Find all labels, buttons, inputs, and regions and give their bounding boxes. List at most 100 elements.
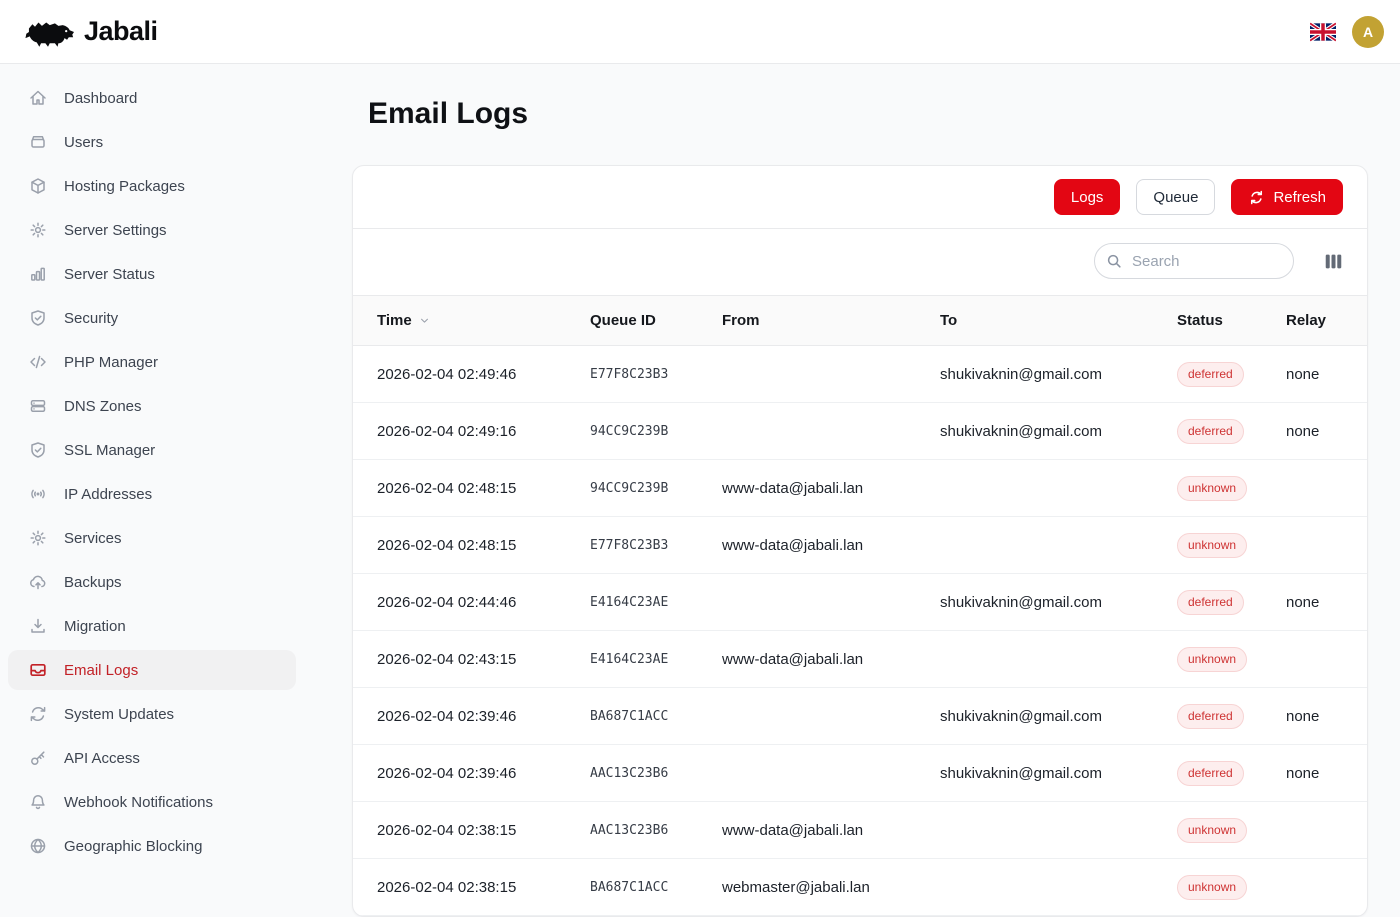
sidebar-item-label: Backups	[64, 574, 122, 591]
sidebar-item-services[interactable]: Services	[8, 518, 296, 558]
cell-time: 2026-02-04 02:38:15	[353, 802, 590, 859]
sidebar-item-email-logs[interactable]: Email Logs	[8, 650, 296, 690]
cell-relay	[1286, 802, 1368, 859]
refresh-button[interactable]: Refresh	[1231, 179, 1343, 215]
cell-time: 2026-02-04 02:44:46	[353, 574, 590, 631]
sidebar-item-hosting-packages[interactable]: Hosting Packages	[8, 166, 296, 206]
search-icon	[1105, 252, 1123, 270]
cell-from: www-data@jabali.lan	[722, 631, 940, 688]
table-row[interactable]: 2026-02-04 02:48:15 E77F8C23B3 www-data@…	[353, 517, 1368, 574]
table-header-row: Time Queue ID From To Status Relay	[353, 296, 1368, 346]
cell-relay: none	[1286, 574, 1368, 631]
status-badge: deferred	[1177, 362, 1244, 387]
sidebar-item-users[interactable]: Users	[8, 122, 296, 162]
cell-queue-id: AAC13C23B6	[590, 802, 722, 859]
sidebar-item-ssl-manager[interactable]: SSL Manager	[8, 430, 296, 470]
status-badge: unknown	[1177, 875, 1247, 900]
sidebar-item-label: Webhook Notifications	[64, 794, 213, 811]
queue-tab-button[interactable]: Queue	[1136, 179, 1215, 215]
cell-queue-id: 94CC9C239B	[590, 403, 722, 460]
user-avatar[interactable]: A	[1352, 16, 1384, 48]
sidebar-item-ip-addresses[interactable]: IP Addresses	[8, 474, 296, 514]
sidebar-item-security[interactable]: Security	[8, 298, 296, 338]
table-row[interactable]: 2026-02-04 02:48:15 94CC9C239B www-data@…	[353, 460, 1368, 517]
server-stack-icon	[28, 396, 48, 416]
search-input[interactable]	[1094, 243, 1294, 279]
sidebar-item-dashboard[interactable]: Dashboard	[8, 78, 296, 118]
cell-time: 2026-02-04 02:48:15	[353, 460, 590, 517]
inbox-icon	[28, 660, 48, 680]
sidebar-item-label: Server Settings	[64, 222, 167, 239]
cell-to	[940, 460, 1177, 517]
table-row[interactable]: 2026-02-04 02:39:46 BA687C1ACC shukivakn…	[353, 688, 1368, 745]
table-row[interactable]: 2026-02-04 02:39:46 AAC13C23B6 shukivakn…	[353, 745, 1368, 802]
cell-relay	[1286, 859, 1368, 916]
sidebar-item-api-access[interactable]: API Access	[8, 738, 296, 778]
sidebar-item-webhook-notifications[interactable]: Webhook Notifications	[8, 782, 296, 822]
refresh-icon	[1248, 189, 1265, 206]
cell-relay: none	[1286, 745, 1368, 802]
column-header-to[interactable]: To	[940, 296, 1177, 346]
cube-icon	[28, 176, 48, 196]
logs-tab-button[interactable]: Logs	[1054, 179, 1121, 215]
shield-check-icon	[28, 440, 48, 460]
columns-icon	[1323, 251, 1344, 272]
gear-icon	[28, 220, 48, 240]
table-row[interactable]: 2026-02-04 02:38:15 BA687C1ACC webmaster…	[353, 859, 1368, 916]
cell-to: shukivaknin@gmail.com	[940, 574, 1177, 631]
column-visibility-button[interactable]	[1319, 249, 1347, 273]
cell-from: www-data@jabali.lan	[722, 460, 940, 517]
chevron-down-icon	[418, 314, 431, 327]
column-header-status[interactable]: Status	[1177, 296, 1286, 346]
sidebar-item-migration[interactable]: Migration	[8, 606, 296, 646]
column-header-relay[interactable]: Relay	[1286, 296, 1368, 346]
cloud-upload-icon	[28, 572, 48, 592]
key-icon	[28, 748, 48, 768]
sidebar-item-dns-zones[interactable]: DNS Zones	[8, 386, 296, 426]
sidebar-item-php-manager[interactable]: PHP Manager	[8, 342, 296, 382]
table-row[interactable]: 2026-02-04 02:43:15 E4164C23AE www-data@…	[353, 631, 1368, 688]
sidebar-item-system-updates[interactable]: System Updates	[8, 694, 296, 734]
app-title: Jabali	[84, 16, 158, 47]
home-icon	[28, 88, 48, 108]
queue-button-label: Queue	[1153, 189, 1198, 206]
column-header-time[interactable]: Time	[353, 296, 590, 346]
status-badge: unknown	[1177, 647, 1247, 672]
sidebar-item-server-settings[interactable]: Server Settings	[8, 210, 296, 250]
sidebar-item-label: Hosting Packages	[64, 178, 185, 195]
cell-relay: none	[1286, 346, 1368, 403]
status-badge: deferred	[1177, 761, 1244, 786]
cell-status: deferred	[1177, 688, 1286, 745]
sidebar-item-server-status[interactable]: Server Status	[8, 254, 296, 294]
column-header-from[interactable]: From	[722, 296, 940, 346]
table-row[interactable]: 2026-02-04 02:49:16 94CC9C239B shukivakn…	[353, 403, 1368, 460]
email-logs-card: Logs Queue Refresh	[352, 165, 1368, 917]
cell-status: unknown	[1177, 460, 1286, 517]
status-badge: unknown	[1177, 533, 1247, 558]
cell-time: 2026-02-04 02:39:46	[353, 688, 590, 745]
refresh-button-label: Refresh	[1273, 189, 1326, 206]
cell-time: 2026-02-04 02:39:46	[353, 745, 590, 802]
cell-relay	[1286, 631, 1368, 688]
table-row[interactable]: 2026-02-04 02:38:15 AAC13C23B6 www-data@…	[353, 802, 1368, 859]
cell-relay: none	[1286, 688, 1368, 745]
cell-relay	[1286, 460, 1368, 517]
sidebar-item-geographic-blocking[interactable]: Geographic Blocking	[8, 826, 296, 866]
sidebar-item-label: API Access	[64, 750, 140, 767]
table-row[interactable]: 2026-02-04 02:44:46 E4164C23AE shukivakn…	[353, 574, 1368, 631]
app-logo[interactable]: Jabali	[22, 14, 158, 50]
cell-queue-id: BA687C1ACC	[590, 688, 722, 745]
cell-to: shukivaknin@gmail.com	[940, 403, 1177, 460]
sidebar-item-label: Server Status	[64, 266, 155, 283]
table-row[interactable]: 2026-02-04 02:49:46 E77F8C23B3 shukivakn…	[353, 346, 1368, 403]
column-header-queue-id[interactable]: Queue ID	[590, 296, 722, 346]
shield-check-icon	[28, 308, 48, 328]
language-flag-button[interactable]	[1310, 22, 1336, 42]
cell-time: 2026-02-04 02:38:15	[353, 859, 590, 916]
time-header-label: Time	[377, 312, 412, 329]
boar-logo-icon	[22, 14, 74, 50]
status-badge: deferred	[1177, 419, 1244, 444]
status-badge: unknown	[1177, 476, 1247, 501]
status-badge: deferred	[1177, 590, 1244, 615]
sidebar-item-backups[interactable]: Backups	[8, 562, 296, 602]
